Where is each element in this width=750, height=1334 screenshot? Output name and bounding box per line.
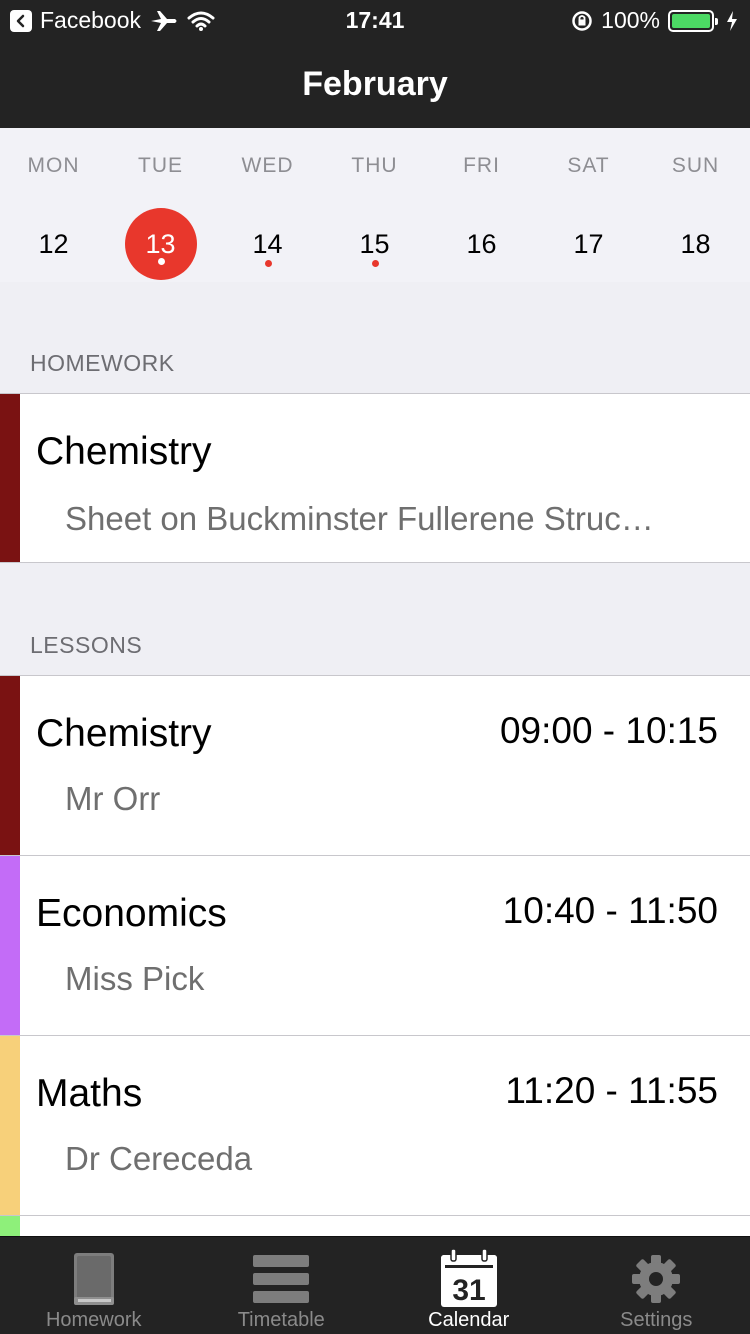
tab-label: Calendar	[428, 1309, 510, 1331]
subject-color-stripe	[0, 856, 20, 1035]
day-number-circle[interactable]: 13	[124, 208, 197, 280]
day-number: 14	[252, 228, 283, 259]
tab-calendar[interactable]: 31 Calendar	[375, 1237, 563, 1334]
day-fri[interactable]: FRI 16	[428, 128, 535, 282]
day-number-circle[interactable]: 17	[553, 208, 625, 280]
battery-icon	[668, 9, 718, 32]
lesson-subject: Maths	[36, 1072, 143, 1115]
day-name: SAT	[567, 154, 610, 177]
lesson-time: 11:20 - 11:55	[505, 1070, 718, 1111]
event-dot	[371, 260, 379, 267]
day-number-circle[interactable]: 16	[446, 208, 518, 280]
day-number: 17	[573, 228, 604, 259]
day-wed[interactable]: WED 14	[214, 128, 321, 282]
day-sun[interactable]: SUN 18	[642, 128, 749, 282]
rotation-lock-icon	[572, 10, 592, 31]
homework-subject: Chemistry	[36, 430, 212, 473]
lesson-row[interactable]: Economics 10:40 - 11:50 Miss Pick	[0, 855, 750, 1035]
event-dot	[264, 260, 272, 267]
day-name: MON	[27, 154, 80, 177]
day-thu[interactable]: THU 15	[321, 128, 428, 282]
day-number-circle[interactable]: 15	[339, 208, 411, 280]
tab-homework[interactable]: Homework	[0, 1237, 188, 1334]
lesson-time: 09:00 - 10:15	[499, 710, 718, 751]
tab-label: Settings	[620, 1309, 693, 1331]
day-mon[interactable]: MON 12	[0, 128, 107, 282]
lesson-subject: Chemistry	[36, 712, 212, 755]
day-name: THU	[351, 154, 398, 177]
subject-color-stripe	[0, 1036, 20, 1215]
day-sat[interactable]: SAT 17	[535, 128, 642, 282]
page-title: February	[302, 64, 448, 103]
navigation-bar: February	[0, 40, 750, 128]
status-bar: Facebook 17:41 100%	[0, 0, 750, 40]
day-name: SUN	[671, 154, 720, 177]
tab-timetable[interactable]: Timetable	[188, 1237, 376, 1334]
day-tue[interactable]: TUE 13	[107, 128, 214, 282]
lesson-row[interactable]: Chemistry 09:00 - 10:15 Mr Orr	[0, 675, 750, 855]
day-number-circle[interactable]: 14	[232, 208, 304, 280]
lesson-subject: Economics	[36, 892, 227, 935]
day-number: 16	[466, 228, 497, 259]
day-name: WED	[241, 154, 294, 177]
lesson-row[interactable]: Maths 11:20 - 11:55 Dr Cereceda	[0, 1035, 750, 1215]
subject-color-stripe	[0, 1216, 20, 1236]
calendar-icon: 31	[440, 1249, 497, 1307]
lesson-row[interactable]	[0, 1215, 750, 1236]
day-number: 15	[359, 228, 390, 259]
battery-percent: 100%	[601, 7, 660, 33]
tab-label: Homework	[45, 1309, 142, 1331]
homework-description: Sheet on Buckminster Fullerene Struc…	[65, 500, 654, 537]
book-icon	[73, 1253, 114, 1305]
day-name: FRI	[463, 154, 500, 177]
calendar-icon-date: 31	[452, 1274, 485, 1307]
week-strip: MON 12 TUE 13 WED 14 THU 15 FRI 16 SAT 1…	[0, 128, 750, 282]
subject-color-stripe	[0, 394, 20, 562]
event-dot	[157, 258, 165, 265]
tab-settings[interactable]: Settings	[563, 1237, 750, 1334]
homework-section-header: HOMEWORK	[30, 350, 175, 376]
status-right: 100%	[571, 7, 738, 34]
day-name: TUE	[138, 154, 183, 177]
charging-bolt-icon	[727, 10, 737, 31]
lessons-section-header: LESSONS	[30, 632, 143, 658]
list-icon	[253, 1255, 310, 1303]
day-number: 13	[145, 228, 176, 259]
subject-color-stripe	[0, 676, 20, 855]
day-number: 18	[680, 228, 711, 259]
day-number-circle[interactable]: 18	[660, 208, 732, 280]
tab-bar: Homework Timetable 31 Calendar Settings	[0, 1236, 750, 1334]
day-number-circle[interactable]: 12	[18, 208, 90, 280]
day-number: 12	[38, 228, 69, 259]
lesson-teacher: Mr Orr	[65, 780, 161, 817]
tab-label: Timetable	[237, 1309, 325, 1331]
lesson-time: 10:40 - 11:50	[502, 890, 718, 931]
gear-icon	[632, 1255, 681, 1303]
lesson-teacher: Miss Pick	[65, 960, 205, 997]
homework-item[interactable]: Chemistry Sheet on Buckminster Fullerene…	[0, 393, 750, 563]
lesson-teacher: Dr Cereceda	[65, 1140, 253, 1177]
